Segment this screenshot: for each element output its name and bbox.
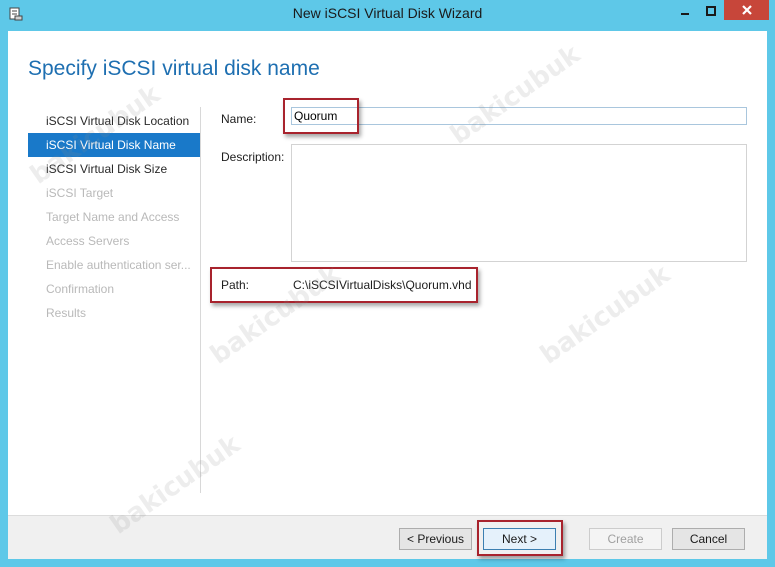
next-highlight-box [477,520,563,556]
nav-divider [200,107,201,493]
nav-step-item: iSCSI Target [46,186,114,200]
nav-step-item: Access Servers [46,234,130,248]
wizard-steps-nav: iSCSI Virtual Disk Location iSCSI Virtual… [28,109,200,325]
minimize-icon [680,1,690,20]
nav-step-item: Results [46,306,87,320]
name-highlight-box [283,98,359,134]
close-button[interactable] [724,0,769,20]
close-icon [741,1,753,20]
minimize-button[interactable] [672,0,698,20]
page-title: Specify iSCSI virtual disk name [28,57,320,80]
nav-step-item[interactable]: iSCSI Virtual Disk Size [28,157,200,181]
nav-step-item: Confirmation [46,282,115,296]
wizard-client-area: Specify iSCSI virtual disk name iSCSI Vi… [8,31,767,559]
nav-step-item: Target Name and Access [46,210,180,224]
description-input[interactable] [291,144,747,262]
nav-step-item: Enable authentication ser... [46,258,191,272]
create-button[interactable]: Create [589,528,662,550]
nav-step-item[interactable]: iSCSI Virtual Disk Location [28,109,200,133]
previous-button[interactable]: < Previous [399,528,472,550]
maximize-button[interactable] [698,0,724,20]
maximize-icon [706,1,716,20]
window-title: New iSCSI Virtual Disk Wizard [292,5,483,21]
description-label: Description: [221,150,285,164]
cancel-button[interactable]: Cancel [672,528,745,550]
path-highlight-box [210,267,478,303]
nav-step-item[interactable]: iSCSI Virtual Disk Name [28,133,200,157]
window-frame: New iSCSI Virtual Disk Wizard Specify iS… [0,0,775,567]
title-bar[interactable]: New iSCSI Virtual Disk Wizard [0,0,775,30]
name-input[interactable] [291,107,747,125]
wizard-footer: < Previous Next > Create Cancel [8,515,767,559]
name-label: Name: [221,112,257,126]
